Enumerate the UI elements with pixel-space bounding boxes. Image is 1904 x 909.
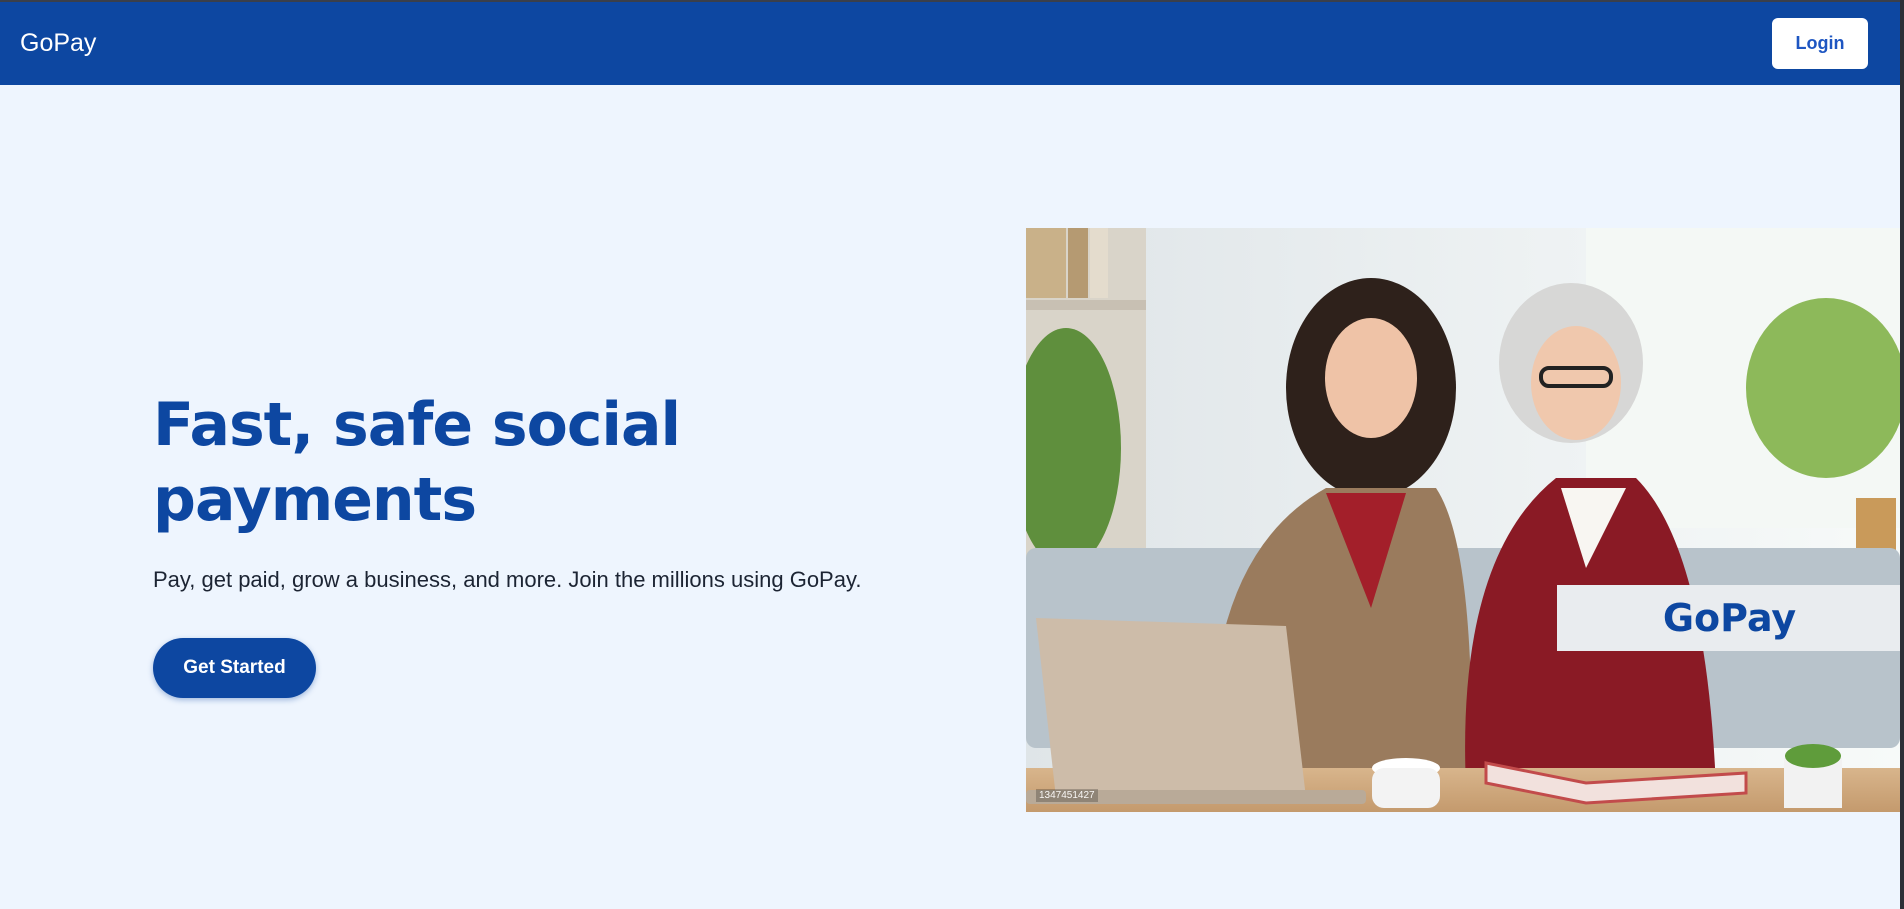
hero-subtitle: Pay, get paid, grow a business, and more… <box>153 567 862 592</box>
hero-image: GoPay 1347451427 <box>1026 228 1900 812</box>
stock-image-id: 1347451427 <box>1036 789 1098 802</box>
window-right-edge <box>1900 0 1904 909</box>
login-button[interactable]: Login <box>1772 18 1868 69</box>
get-started-button[interactable]: Get Started <box>153 638 316 698</box>
top-navbar: GoPay Login <box>0 2 1902 85</box>
hero-title: Fast, safe social payments <box>153 390 681 535</box>
gopay-badge: GoPay <box>1557 585 1900 651</box>
brand-logo[interactable]: GoPay <box>20 29 96 58</box>
hero-photo-illustration <box>1026 228 1900 812</box>
